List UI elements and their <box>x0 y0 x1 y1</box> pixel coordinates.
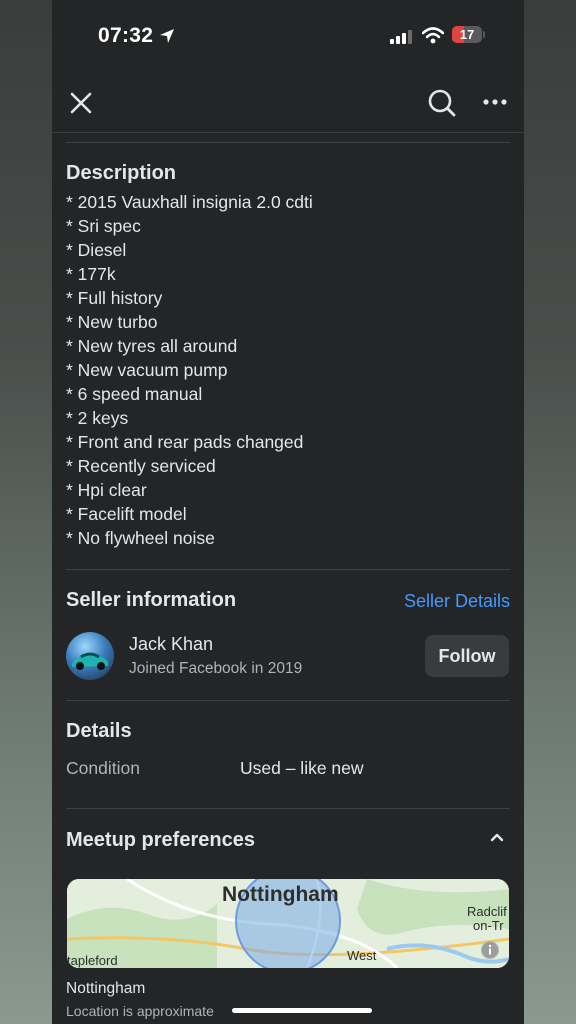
description-line: * Facelift model <box>66 504 187 524</box>
status-time: 07:32 <box>98 24 154 47</box>
condition-label: Condition <box>66 758 140 778</box>
status-bar: 07:32 17 <box>52 0 524 70</box>
battery-icon: 17 <box>452 26 482 43</box>
description-line: * No flywheel noise <box>66 528 215 548</box>
description-line: * 6 speed manual <box>66 384 203 404</box>
marketplace-listing-screen: 07:32 17 Description * 2015 Vauxhall ins… <box>52 0 524 1024</box>
map-label-west: tapleford <box>67 953 118 968</box>
follow-button[interactable]: Follow <box>425 635 509 677</box>
seller-details-link[interactable]: Seller Details <box>404 591 510 612</box>
description-line: * 177k <box>66 264 116 284</box>
wifi-icon <box>422 27 444 44</box>
divider <box>66 700 510 701</box>
description-line: * Recently serviced <box>66 456 216 476</box>
description-line: * 2 keys <box>66 408 129 428</box>
map-label-city: Nottingham <box>222 883 339 906</box>
car-avatar-image <box>72 652 108 670</box>
location-name: Nottingham <box>66 980 146 997</box>
meetup-map[interactable]: Nottingham Radclif on-Tr West tapleford <box>67 879 509 968</box>
description-line: * Sri spec <box>66 216 141 236</box>
description-line: * 2015 Vauxhall insignia 2.0 cdti <box>66 192 313 212</box>
description-line: * Hpi clear <box>66 480 147 500</box>
description-line: * Full history <box>66 288 163 308</box>
description-line: * New tyres all around <box>66 336 238 356</box>
description-list: * 2015 Vauxhall insignia 2.0 cdti * Sri … <box>66 190 313 550</box>
condition-value: Used – like new <box>240 758 364 778</box>
description-heading: Description <box>66 162 177 184</box>
description-line: * Front and rear pads changed <box>66 432 304 452</box>
seller-joined: Joined Facebook in 2019 <box>129 660 303 677</box>
chevron-up-icon[interactable] <box>488 830 506 844</box>
details-heading: Details <box>66 720 132 742</box>
avatar[interactable] <box>66 632 114 680</box>
map-label-south: West <box>347 948 377 963</box>
location-note: Location is approximate <box>66 1003 214 1019</box>
close-icon[interactable] <box>68 90 94 116</box>
divider <box>66 808 510 809</box>
divider <box>66 142 510 143</box>
top-bar <box>52 78 524 133</box>
description-line: * New turbo <box>66 312 158 332</box>
location-arrow-icon <box>160 29 174 43</box>
home-indicator[interactable] <box>232 1008 372 1013</box>
description-line: * Diesel <box>66 240 127 260</box>
battery-percent: 17 <box>459 27 475 42</box>
seller-heading: Seller information <box>66 589 237 611</box>
meetup-heading: Meetup preferences <box>66 829 255 851</box>
info-icon[interactable] <box>481 941 499 959</box>
divider <box>66 569 510 570</box>
more-icon[interactable] <box>482 91 508 117</box>
battery-tip <box>483 31 485 38</box>
description-line: * New vacuum pump <box>66 360 228 380</box>
seller-name[interactable]: Jack Khan <box>129 634 213 655</box>
search-icon[interactable] <box>427 88 457 118</box>
map-label-east: Radclif <box>467 904 507 919</box>
map-label-east-2: on-Tr <box>473 918 504 933</box>
signal-icon <box>390 30 412 44</box>
